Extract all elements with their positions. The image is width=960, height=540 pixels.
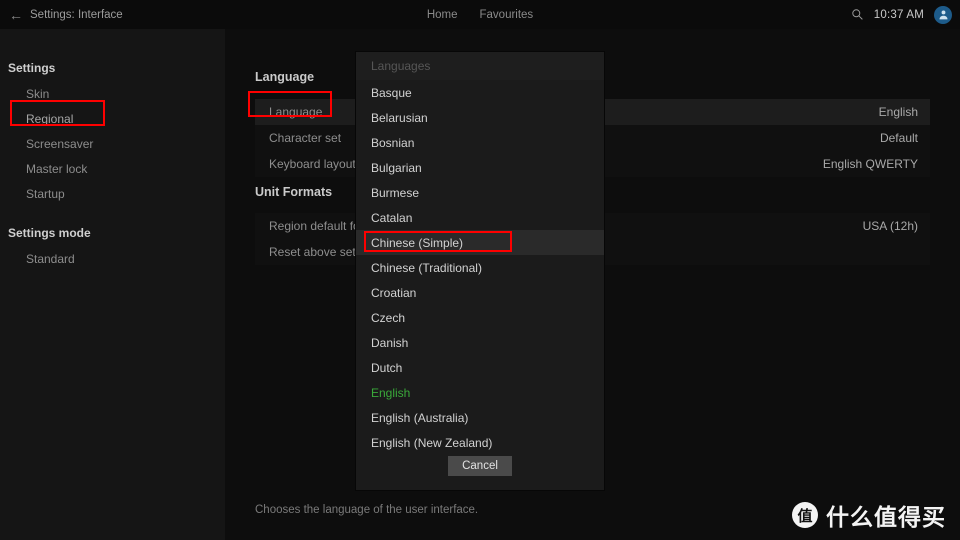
clock: 10:37 AM: [873, 8, 924, 21]
user-avatar-icon[interactable]: [934, 5, 952, 24]
language-label: English (Australia): [371, 410, 469, 425]
cancel-button[interactable]: Cancel: [448, 456, 512, 476]
language-label: Danish: [371, 335, 409, 350]
sidebar-item-startup[interactable]: Startup: [0, 181, 225, 206]
language-label: Bosnian: [371, 135, 415, 150]
window-title: Settings: Interface: [30, 8, 123, 21]
dialog-item-czech[interactable]: Czech: [356, 305, 604, 330]
setting-value: USA (12h): [862, 219, 918, 233]
dialog-item-basque[interactable]: Basque: [356, 80, 604, 105]
dialog-item-danish[interactable]: Danish: [356, 330, 604, 355]
setting-value: Default: [879, 131, 918, 145]
back-arrow-icon[interactable]: ←: [0, 0, 28, 29]
language-list[interactable]: Basque Belarusian Bosnian Bulgarian Burm…: [356, 80, 604, 455]
dialog-item-english-australia[interactable]: English (Australia): [356, 405, 604, 430]
settings-window: ← Settings: Interface Home Favourites 10…: [0, 0, 960, 540]
sidebar-item-label: Master lock: [26, 161, 88, 176]
top-nav: Home Favourites: [0, 0, 960, 29]
sidebar-item-label: Screensaver: [26, 136, 94, 151]
dialog-item-croatian[interactable]: Croatian: [356, 280, 604, 305]
setting-value: English QWERTY: [822, 157, 918, 171]
dialog-footer: Cancel: [356, 442, 604, 490]
watermark-logo: 值: [792, 502, 818, 528]
dialog-item-burmese[interactable]: Burmese: [356, 180, 604, 205]
dialog-item-dutch[interactable]: Dutch: [356, 355, 604, 380]
language-label: Basque: [371, 85, 412, 100]
dialog-item-chinese-simple[interactable]: Chinese (Simple): [356, 230, 604, 255]
sidebar: Settings Skin Regional Screensaver Maste…: [0, 29, 225, 540]
language-label: Chinese (Traditional): [371, 260, 482, 275]
sidebar-item-label: Standard: [26, 251, 75, 266]
top-bar-right: 10:37 AM: [851, 0, 952, 29]
setting-label: Character set: [269, 131, 342, 145]
sidebar-item-standard[interactable]: Standard: [0, 246, 225, 271]
language-label: Dutch: [371, 360, 403, 375]
sidebar-item-label: Skin: [26, 86, 50, 101]
sidebar-item-skin[interactable]: Skin: [0, 81, 225, 106]
language-select-dialog: Languages Basque Belarusian Bosnian Bulg…: [356, 52, 604, 490]
sidebar-item-label: Regional: [26, 111, 74, 126]
language-label: Czech: [371, 310, 406, 325]
dialog-item-bosnian[interactable]: Bosnian: [356, 130, 604, 155]
setting-label: Keyboard layouts: [269, 157, 362, 171]
setting-hint-text: Chooses the language of the user interfa…: [255, 504, 479, 516]
section-title-language: Language: [255, 70, 315, 84]
dialog-item-belarusian[interactable]: Belarusian: [356, 105, 604, 130]
dialog-item-bulgarian[interactable]: Bulgarian: [356, 155, 604, 180]
dialog-item-chinese-traditional[interactable]: Chinese (Traditional): [356, 255, 604, 280]
setting-label: Language: [269, 105, 323, 119]
language-label: Bulgarian: [371, 160, 422, 175]
watermark: 值 什么值得买: [792, 498, 946, 532]
dialog-item-catalan[interactable]: Catalan: [356, 205, 604, 230]
section-title-unit-formats: Unit Formats: [255, 185, 333, 199]
sidebar-item-master-lock[interactable]: Master lock: [0, 156, 225, 181]
language-label: English: [371, 385, 411, 400]
language-label: Croatian: [371, 285, 417, 300]
search-icon[interactable]: [851, 8, 864, 21]
watermark-text: 什么值得买: [826, 505, 946, 531]
language-label: Chinese (Simple): [371, 235, 464, 250]
sidebar-item-label: Startup: [26, 186, 65, 201]
nav-home[interactable]: Home: [427, 9, 458, 21]
sidebar-item-screensaver[interactable]: Screensaver: [0, 131, 225, 156]
sidebar-group-settings-mode: Settings mode: [8, 226, 91, 240]
sidebar-item-regional[interactable]: Regional: [0, 106, 225, 131]
nav-favourites[interactable]: Favourites: [480, 9, 534, 21]
dialog-item-english[interactable]: English: [356, 380, 604, 405]
dialog-title: Languages: [356, 52, 604, 80]
sidebar-group-settings: Settings: [8, 61, 56, 75]
top-bar: ← Settings: Interface Home Favourites 10…: [0, 0, 960, 29]
language-label: Belarusian: [371, 110, 428, 125]
language-label: Burmese: [371, 185, 420, 200]
setting-value: English: [878, 105, 918, 119]
language-label: Catalan: [371, 210, 413, 225]
